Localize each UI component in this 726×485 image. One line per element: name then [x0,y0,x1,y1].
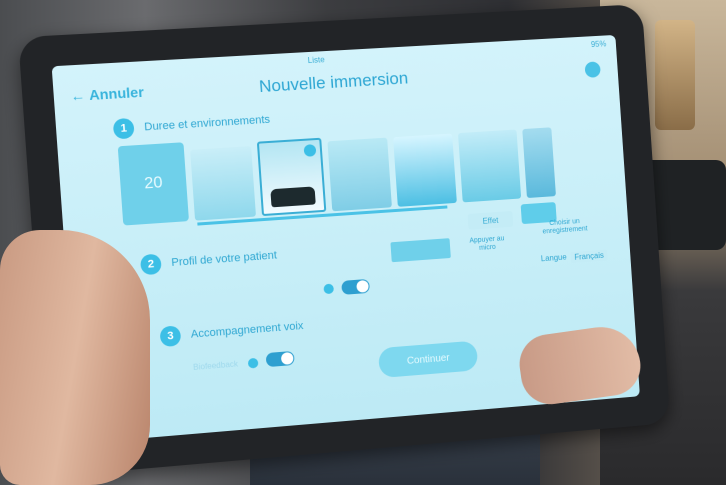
cancel-label: Annuler [88,83,145,104]
language-value: Français [570,249,609,264]
continue-button[interactable]: Continuer [377,340,479,379]
biofeedback-label: Biofeedback [192,359,239,372]
step-1: 1 Duree et environnements [112,110,271,140]
environment-thumb[interactable] [457,129,522,203]
effect-button[interactable]: Effet [467,210,514,230]
step-2: 2 Profil de votre patient [139,245,278,276]
language-label: Langue [540,252,567,264]
language-select[interactable]: Langue Français [540,249,609,266]
arrow-left-icon: ← [69,86,86,105]
duration-card[interactable]: 20 [117,142,189,226]
step-1-label: Duree et environnements [143,113,271,134]
left-hand [0,230,150,485]
background-stand [655,20,695,130]
environment-thumb-selected[interactable] [256,137,327,217]
mic-button[interactable]: Appuyer au micro [467,235,507,254]
page-title: Nouvelle immersion [258,68,409,97]
voice-field[interactable] [390,238,451,263]
status-bar: 95% [591,39,607,49]
step-3: 3 Accompagnement voix [159,316,304,348]
environment-thumb[interactable] [522,127,556,199]
step-1-number: 1 [112,117,135,140]
step-2-label: Profil de votre patient [170,249,278,270]
record-button[interactable]: Choisir un enregistrement [541,218,588,237]
info-icon[interactable] [247,357,259,369]
environment-thumb[interactable] [393,133,457,207]
info-icon[interactable] [323,283,335,295]
step-2-number: 2 [139,253,162,276]
biofeedback-toggle[interactable] [265,350,295,368]
vehicle-image [270,186,316,208]
environment-thumb[interactable] [190,146,257,221]
environment-strip: 20 [117,119,556,226]
top-right-toggle[interactable] [584,61,601,78]
voice-toggle[interactable] [341,278,371,295]
cancel-button[interactable]: ← Annuler [70,84,144,105]
check-icon [303,144,317,157]
step-3-label: Accompagnement voix [190,319,304,341]
battery-label: 95% [590,39,607,50]
environment-thumb[interactable] [327,137,392,212]
cloud-label: Liste [307,55,325,66]
step-3-number: 3 [159,325,182,348]
